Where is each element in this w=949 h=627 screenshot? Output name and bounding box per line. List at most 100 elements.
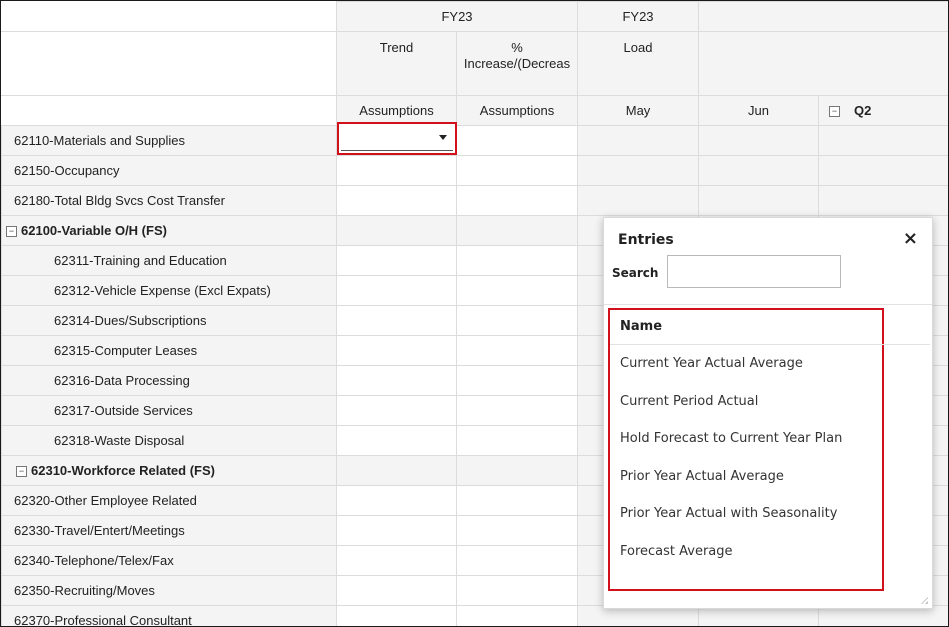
corner-cell-3 [1, 95, 337, 126]
row-label: 62318-Waste Disposal [1, 425, 337, 456]
grid-cell[interactable] [336, 575, 457, 606]
grid-cell[interactable] [455, 155, 579, 186]
list-item[interactable]: Hold Forecast to Current Year Plan [610, 420, 882, 458]
header-empty [698, 1, 948, 32]
spreadsheet-frame: FY23 FY23 Trend % Increase/(Decreas Load… [0, 0, 949, 627]
row-label: 62370-Professional Consultant [1, 605, 337, 626]
grid-cell[interactable] [455, 245, 579, 276]
grid-cell[interactable] [455, 485, 579, 516]
header-assumptions-1: Assumptions [336, 95, 457, 126]
collapse-icon[interactable]: − [829, 106, 841, 118]
grid-cell[interactable] [336, 605, 457, 626]
grid-cell[interactable] [336, 515, 457, 546]
popup-title: Entries [618, 232, 674, 248]
grid-cell[interactable] [336, 335, 457, 366]
entries-popup: Entries × Search Name Current Year Actua… [603, 217, 933, 609]
header-row-year: FY23 FY23 [1, 1, 948, 32]
header-may: May [577, 95, 700, 126]
row-label-group[interactable]: −62310-Workforce Related (FS) [1, 455, 337, 486]
header-row-scenario: Trend % Increase/(Decreas Load [1, 31, 948, 96]
list-item[interactable]: Prior Year Actual Average [610, 458, 882, 496]
row-label: 62311-Training and Education [1, 245, 337, 276]
grid-cell[interactable] [455, 275, 579, 306]
grid-cell[interactable] [455, 395, 579, 426]
grid-cell[interactable] [336, 425, 457, 456]
list-item[interactable]: Prior Year Actual with Seasonality [610, 495, 882, 533]
grid-cell[interactable] [336, 305, 457, 336]
grid-cell [336, 215, 457, 246]
grid-cell[interactable] [336, 245, 457, 276]
grid-cell [577, 185, 700, 216]
grid-cell [455, 455, 579, 486]
grid-cell [698, 155, 820, 186]
row-label: 62110-Materials and Supplies [1, 125, 337, 156]
list-header-name: Name [610, 310, 930, 345]
list-item[interactable]: Current Year Actual Average [610, 345, 882, 383]
grid-cell [336, 455, 457, 486]
grid-cell[interactable] [336, 395, 457, 426]
row-label: 62315-Computer Leases [1, 335, 337, 366]
grid-cell [455, 215, 579, 246]
resize-handle-icon[interactable] [920, 596, 928, 604]
row-label: 62316-Data Processing [1, 365, 337, 396]
grid-cell [698, 185, 820, 216]
collapse-icon[interactable]: − [16, 466, 27, 478]
table-row: 62110-Materials and Supplies [1, 125, 948, 156]
row-label: 62350-Recruiting/Moves [1, 575, 337, 606]
header-q2-label: Q2 [854, 103, 872, 118]
grid-cell [698, 125, 820, 156]
grid-cell[interactable] [455, 305, 579, 336]
header-empty-2 [698, 31, 948, 96]
grid-cell[interactable] [336, 545, 457, 576]
row-label-text: 62310-Workforce Related (FS) [31, 463, 215, 478]
grid-cell[interactable] [455, 185, 579, 216]
close-icon[interactable]: × [903, 228, 918, 249]
row-label: 62330-Travel/Entert/Meetings [1, 515, 337, 546]
corner-cell-2 [1, 31, 337, 96]
grid-cell[interactable] [455, 335, 579, 366]
row-label: 62150-Occupancy [1, 155, 337, 186]
grid-cell[interactable] [455, 365, 579, 396]
grid-cell[interactable] [336, 365, 457, 396]
corner-cell [1, 1, 337, 32]
list-item[interactable]: Current Period Actual [610, 383, 882, 421]
grid-cell [577, 125, 700, 156]
row-label-group[interactable]: −62100-Variable O/H (FS) [1, 215, 337, 246]
row-label: 62340-Telephone/Telex/Fax [1, 545, 337, 576]
entries-list: Name Current Year Actual Average Current… [608, 308, 930, 591]
table-row: 62180-Total Bldg Svcs Cost Transfer [1, 185, 948, 216]
grid-cell[interactable] [455, 545, 579, 576]
collapse-icon[interactable]: − [6, 226, 17, 238]
grid-cell[interactable] [455, 125, 579, 156]
table-row: 62150-Occupancy [1, 155, 948, 186]
grid-cell[interactable] [336, 275, 457, 306]
grid-cell[interactable] [455, 425, 579, 456]
grid-cell[interactable] [455, 605, 579, 626]
row-label: 62320-Other Employee Related [1, 485, 337, 516]
trend-assumption-dropdown[interactable] [337, 122, 457, 155]
header-fy23-load: FY23 [577, 1, 700, 32]
popup-divider [604, 304, 932, 305]
header-trend: Trend [336, 31, 457, 96]
header-q2[interactable]: − Q2 [818, 95, 948, 126]
search-input[interactable] [667, 255, 841, 288]
list-item[interactable]: Forecast Average [610, 533, 882, 571]
header-load: Load [577, 31, 700, 96]
search-label: Search [612, 266, 659, 280]
grid-cell [818, 155, 948, 186]
grid-cell[interactable] [336, 155, 457, 186]
grid-cell[interactable] [336, 485, 457, 516]
grid-cell[interactable] [336, 185, 457, 216]
grid-cell [818, 185, 948, 216]
row-label: 62314-Dues/Subscriptions [1, 305, 337, 336]
grid-cell[interactable] [455, 515, 579, 546]
grid-cell[interactable] [455, 575, 579, 606]
header-percent-increase: % Increase/(Decreas [455, 31, 579, 96]
header-fy23-group: FY23 [335, 1, 579, 32]
row-label: 62317-Outside Services [1, 395, 337, 426]
row-label: 62312-Vehicle Expense (Excl Expats) [1, 275, 337, 306]
grid-cell [818, 125, 948, 156]
dropdown-arrow-icon[interactable] [439, 135, 447, 140]
grid-cell [577, 155, 700, 186]
row-label-text: 62100-Variable O/H (FS) [21, 223, 167, 238]
